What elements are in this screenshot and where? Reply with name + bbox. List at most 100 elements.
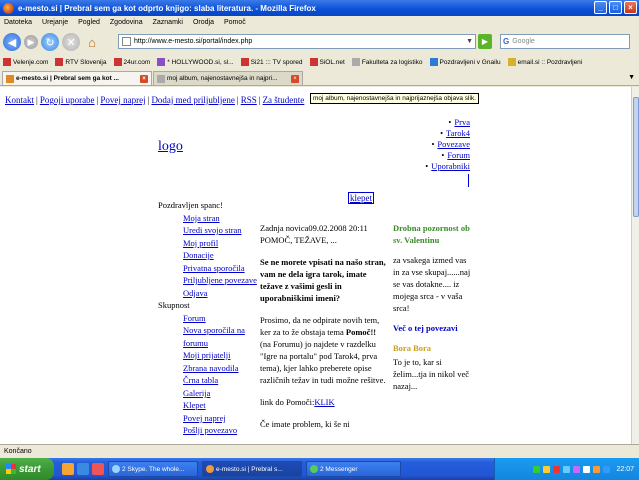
bookmark-item[interactable]: * HOLLYWOOD.si, sl... — [157, 58, 234, 66]
home-button[interactable]: ⌂ — [83, 33, 101, 51]
link-klepet[interactable]: Klepet — [183, 399, 258, 412]
nav-pogoji[interactable]: Pogoji uporabe — [40, 95, 95, 105]
url-bar[interactable]: http://www.e-mesto.si/portal/index.php ▼ — [118, 34, 476, 49]
system-tray: 22:07 — [494, 458, 639, 480]
tab-moj-album[interactable]: moj album, najenostavnejša in najpri... × — [153, 71, 303, 85]
reload-button[interactable]: ↻ — [41, 33, 59, 51]
tab-close-icon[interactable]: × — [291, 74, 299, 83]
klik-link[interactable]: KLIK — [314, 397, 334, 407]
link-moja-stran[interactable]: Moja stran — [183, 212, 258, 225]
link-povej-naprej[interactable]: Povej naprej — [183, 412, 258, 425]
link-forum[interactable]: Forum — [183, 312, 258, 325]
task-skype[interactable]: 2 Skype. The whole... — [108, 461, 198, 477]
skype-icon — [112, 465, 120, 473]
go-button[interactable]: ▶ — [478, 34, 492, 49]
link-uredi-stran[interactable]: Uredi svojo stran — [183, 224, 258, 237]
greeting: Pozdravljen spanc! — [158, 200, 223, 210]
tab-favicon-icon — [6, 74, 14, 83]
bookmark-item[interactable]: 24ur.com — [113, 58, 150, 66]
link-crna-tabla[interactable]: Črna tabla — [183, 374, 258, 387]
bookmark-item[interactable]: RTV Slovenija — [55, 58, 107, 66]
menu-forum[interactable]: Forum — [447, 150, 470, 160]
tray-icon[interactable] — [583, 465, 591, 473]
scrollbar-thumb[interactable] — [633, 97, 639, 217]
close-button[interactable]: × — [624, 1, 637, 14]
quicklaunch-icon[interactable] — [62, 463, 74, 475]
menu-edit[interactable]: Urejanje — [42, 19, 68, 26]
nav-kontakt[interactable]: Kontakt — [5, 95, 34, 105]
menu-help[interactable]: Pomoč — [224, 19, 246, 26]
quicklaunch-icon[interactable] — [92, 463, 104, 475]
clock[interactable]: 22:07 — [616, 466, 634, 473]
forward-button[interactable]: ▶ — [24, 35, 38, 49]
link-odjava[interactable]: Odjava — [183, 287, 258, 300]
more-link[interactable]: Več o tej povezavi — [393, 322, 471, 334]
link-priljubljene-povezave[interactable]: Priljubljene povezave — [183, 274, 258, 287]
search-bar[interactable]: G Google — [500, 34, 630, 49]
nav-rss[interactable]: RSS — [241, 95, 257, 105]
tab-close-icon[interactable]: × — [140, 74, 148, 83]
nav-povej-naprej[interactable]: Povej naprej — [100, 95, 145, 105]
menu-tools[interactable]: Orodja — [193, 19, 214, 26]
reload-icon: ↻ — [45, 36, 55, 49]
stop-button[interactable]: ✕ — [62, 33, 80, 51]
bookmark-item[interactable]: Velenje.com — [3, 58, 48, 66]
home-icon: ⌂ — [88, 34, 96, 50]
nav-za-studente[interactable]: Za študente — [263, 95, 305, 105]
menu-history[interactable]: Zgodovina — [110, 19, 143, 26]
bookmark-item[interactable]: SiOL.net — [309, 58, 345, 66]
news-more: Če imate problem, ki še ni — [260, 419, 350, 429]
tab-list-icon[interactable]: ▼ — [628, 74, 635, 81]
search-placeholder: Google — [512, 38, 535, 45]
link-moji-prijatelji[interactable]: Moji prijatelji — [183, 349, 258, 362]
link-galerija[interactable]: Galerija — [183, 387, 258, 400]
bookmark-item[interactable]: Fakulteta za logistiko — [351, 58, 423, 66]
menu-povezave[interactable]: Povezave — [437, 139, 470, 149]
link-privatna-sporocila[interactable]: Privatna sporočila — [183, 262, 258, 275]
task-messenger[interactable]: 2 Messenger — [306, 461, 401, 477]
tray-icon[interactable] — [543, 465, 551, 473]
tooltip: moj album, najenostavnejša in najprijazn… — [310, 93, 479, 104]
maximize-button[interactable]: □ — [609, 1, 622, 14]
firefox-window: e-mesto.si | Prebral sem ga kot odprto k… — [0, 0, 639, 480]
menu-uporabniki[interactable]: Uporabniki — [431, 161, 470, 171]
menu-bookmarks[interactable]: Zaznamki — [153, 19, 183, 26]
link-nova-sporocila[interactable]: Nova sporočila na forumu — [183, 324, 258, 349]
menu-tarok4[interactable]: Tarok4 — [446, 128, 470, 138]
link-zbrana-navodila[interactable]: Zbrana navodila — [183, 362, 258, 375]
task-firefox[interactable]: e-mesto.si | Prebral s... — [202, 461, 302, 477]
menu-file[interactable]: Datoteka — [4, 19, 32, 26]
start-button[interactable]: start — [0, 458, 54, 480]
tray-icon[interactable] — [563, 465, 571, 473]
bookmark-icon — [309, 58, 318, 66]
bookmark-icon — [429, 58, 438, 66]
bora-heading: Bora Bora — [393, 343, 432, 353]
quicklaunch-icon[interactable] — [77, 463, 89, 475]
window-title: e-mesto.si | Prebral sem ga kot odprto k… — [18, 3, 316, 13]
tray-icon[interactable] — [533, 465, 541, 473]
bookmark-item[interactable]: Pozdravljeni v Gnailu — [429, 58, 501, 66]
right-column: Drobna pozornost ob sv. Valentinu za vsa… — [393, 222, 471, 400]
taskbar: start 2 Skype. The whole... e-mesto.si |… — [0, 458, 639, 480]
klepet-link[interactable]: klepet — [348, 192, 374, 204]
bookmark-item[interactable]: email.si :: Pozdravljeni — [507, 58, 582, 66]
tab-e-mesto[interactable]: e-mesto.si | Prebral sem ga kot ... × — [2, 71, 152, 85]
tray-icon[interactable] — [603, 465, 611, 473]
site-logo[interactable]: logo — [158, 139, 183, 155]
menu-prva[interactable]: Prva — [454, 117, 470, 127]
vertical-scrollbar[interactable] — [631, 87, 639, 444]
link-donacije[interactable]: Donacije — [183, 249, 258, 262]
bookmark-item[interactable]: Si21 ::: TV spored — [240, 58, 303, 66]
bookmark-icon — [55, 58, 64, 66]
tray-icon[interactable] — [573, 465, 581, 473]
tray-icon[interactable] — [593, 465, 601, 473]
url-dropdown-icon[interactable]: ▼ — [466, 38, 473, 45]
back-button[interactable]: ◀ — [3, 33, 21, 51]
tray-icon[interactable] — [553, 465, 561, 473]
link-poslji-povezavo[interactable]: Pošlji povezavo — [183, 424, 258, 437]
firefox-icon — [3, 2, 14, 14]
menu-view[interactable]: Pogled — [78, 19, 100, 26]
link-moj-profil[interactable]: Moj profil — [183, 237, 258, 250]
minimize-button[interactable]: _ — [594, 1, 607, 14]
nav-dodaj-priljubljene[interactable]: Dodaj med priljubljene — [151, 95, 234, 105]
